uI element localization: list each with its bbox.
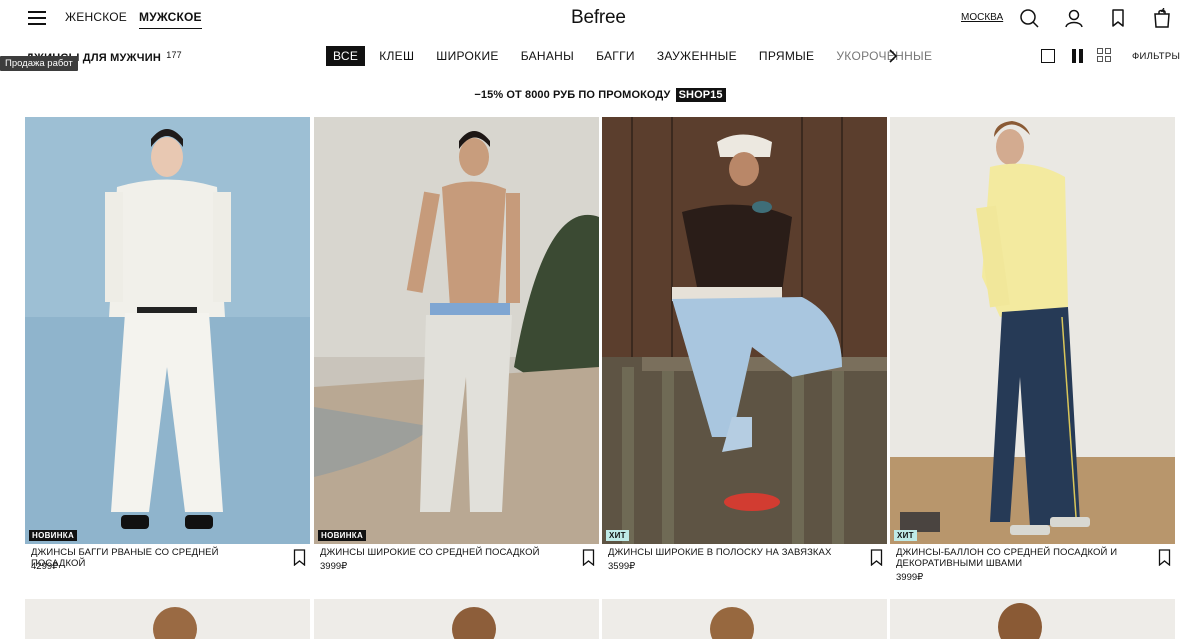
promo-code: SHOP15 (675, 88, 726, 102)
product-image[interactable] (602, 599, 887, 639)
badge-new: НОВИНКА (29, 530, 78, 541)
product-name[interactable]: ДЖИНСЫ БАГГИ РВАНЫЕ СО СРЕДНЕЙ ПОСАДКОЙ (31, 547, 271, 569)
badge-hit: ХИТ (606, 530, 629, 541)
category-filter-bar: ВСЕ КЛЕШ ШИРОКИЕ БАНАНЫ БАГГИ ЗАУЖЕННЫЕ … (326, 46, 954, 66)
grid-double-view-icon[interactable] (1070, 48, 1086, 64)
filter-chip-baggy[interactable]: БАГГИ (596, 49, 635, 63)
product-card[interactable]: ХИТ ДЖИНСЫ-БАЛЛОН СО СРЕДНЕЙ ПОСАДКОЙ И … (890, 117, 1175, 583)
logo[interactable]: Befree (571, 7, 626, 29)
filter-chip-straight[interactable]: ПРЯМЫЕ (759, 49, 814, 63)
product-image[interactable]: НОВИНКА (314, 117, 599, 544)
product-price: 3999₽ (896, 572, 924, 583)
badge-hit: ХИТ (894, 530, 917, 541)
product-price: 3599₽ (608, 561, 636, 572)
tooltip: Продажа работ (0, 56, 78, 71)
product-name[interactable]: ДЖИНСЫ ШИРОКИЕ В ПОЛОСКУ НА ЗАВЯЗКАХ (608, 547, 848, 558)
menu-icon[interactable] (28, 11, 46, 25)
product-image[interactable]: ХИТ (890, 117, 1175, 544)
filter-chip-bananas[interactable]: БАНАНЫ (521, 49, 574, 63)
nav-women[interactable]: ЖЕНСКОЕ (65, 10, 127, 24)
product-name[interactable]: ДЖИНСЫ-БАЛЛОН СО СРЕДНЕЙ ПОСАДКОЙ И ДЕКО… (896, 547, 1136, 569)
promo-banner: −15% ОТ 8000 РУБ ПО ПРОМОКОДУ SHOP15 (0, 88, 1200, 102)
product-image[interactable] (890, 599, 1175, 639)
product-image[interactable] (25, 599, 310, 639)
chevron-right-icon[interactable] (886, 48, 900, 64)
filter-chip-flare[interactable]: КЛЕШ (379, 49, 414, 63)
filter-chip-wide[interactable]: ШИРОКИЕ (436, 49, 498, 63)
product-card[interactable]: НОВИНКА ДЖИНСЫ БАГГИ РВАНЫЕ СО СРЕДНЕЙ П… (25, 117, 310, 572)
product-price: 4299₽ (31, 561, 59, 572)
bookmark-icon[interactable] (1108, 8, 1128, 28)
account-icon[interactable] (1064, 8, 1084, 28)
bookmark-icon[interactable] (1158, 549, 1171, 567)
filters-button[interactable]: ФИЛЬТРЫ (1132, 51, 1180, 62)
filter-chip-skinny[interactable]: ЗАУЖЕННЫЕ (657, 49, 737, 63)
product-card[interactable]: ХИТ ДЖИНСЫ ШИРОКИЕ В ПОЛОСКУ НА ЗАВЯЗКАХ… (602, 117, 887, 572)
product-price: 3999₽ (320, 561, 348, 572)
grid-single-view-icon[interactable] (1041, 49, 1055, 63)
bookmark-icon[interactable] (582, 549, 595, 567)
bookmark-icon[interactable] (870, 549, 883, 567)
bookmark-icon[interactable] (293, 549, 306, 567)
site-header: ЖЕНСКОЕ МУЖСКОЕ Befree МОСКВА 4 (0, 0, 1200, 36)
product-image[interactable]: ХИТ (602, 117, 887, 544)
nav-men[interactable]: МУЖСКОЕ (139, 10, 202, 29)
cart-count-badge: 4 (1161, 8, 1165, 15)
filter-chip-cropped[interactable]: УКОРОЧЕННЫЕ (836, 49, 932, 63)
product-image[interactable] (314, 599, 599, 639)
product-card[interactable]: НОВИНКА ДЖИНСЫ ШИРОКИЕ СО СРЕДНЕЙ ПОСАДК… (314, 117, 599, 572)
filter-chip-all[interactable]: ВСЕ (326, 46, 366, 66)
grid-quad-view-icon[interactable] (1097, 48, 1113, 64)
product-image[interactable]: НОВИНКА (25, 117, 310, 544)
search-icon[interactable] (1019, 8, 1039, 28)
promo-text: −15% ОТ 8000 РУБ ПО ПРОМОКОДУ (474, 89, 671, 101)
city-selector[interactable]: МОСКВА (961, 12, 1003, 23)
badge-new: НОВИНКА (318, 530, 367, 541)
product-count: 177 (166, 50, 182, 60)
product-name[interactable]: ДЖИНСЫ ШИРОКИЕ СО СРЕДНЕЙ ПОСАДКОЙ (320, 547, 560, 558)
